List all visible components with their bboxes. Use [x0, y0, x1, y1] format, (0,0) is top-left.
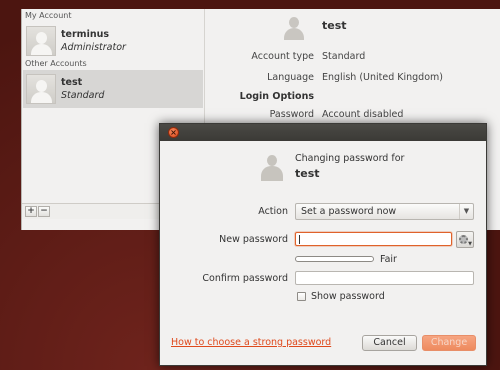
password-label: Password: [269, 109, 314, 120]
account-name: test: [61, 77, 83, 88]
cancel-button[interactable]: Cancel: [362, 335, 417, 351]
strong-password-help-link[interactable]: How to choose a strong password: [171, 337, 331, 348]
avatar: [26, 26, 56, 56]
confirm-password-label: Confirm password: [202, 273, 288, 284]
dialog-user-name: test: [295, 167, 320, 180]
language-value[interactable]: English (United Kingdom): [322, 72, 443, 83]
change-button[interactable]: Change: [422, 335, 476, 351]
action-label: Action: [258, 206, 288, 217]
password-strength-label: Fair: [380, 254, 397, 265]
account-role: Administrator: [61, 42, 126, 53]
my-account-heading: My Account: [25, 11, 72, 20]
detail-user-name[interactable]: test: [322, 19, 347, 32]
add-account-button[interactable]: +: [25, 206, 37, 217]
dialog-titlebar[interactable]: ×: [160, 124, 486, 141]
login-options-heading: Login Options: [239, 91, 314, 102]
new-password-input[interactable]: [295, 232, 452, 246]
action-dropdown[interactable]: Set a password now ▼: [295, 203, 474, 220]
close-icon[interactable]: ×: [168, 127, 179, 138]
action-dropdown-value: Set a password now: [301, 206, 397, 217]
avatar: [26, 74, 56, 104]
generate-password-button[interactable]: ▼: [456, 231, 474, 248]
account-type-label: Account type: [251, 51, 314, 62]
change-password-dialog: × Changing password for test Action Set …: [159, 123, 487, 366]
gear-icon: [459, 235, 468, 244]
account-row-test[interactable]: test Standard: [23, 70, 203, 108]
dialog-heading: Changing password for: [295, 153, 405, 164]
confirm-password-input[interactable]: [295, 271, 474, 285]
other-accounts-heading: Other Accounts: [25, 59, 87, 68]
account-row-terminus[interactable]: terminus Administrator: [23, 22, 203, 60]
language-label: Language: [267, 72, 314, 83]
chevron-down-icon: ▼: [468, 241, 472, 247]
password-value[interactable]: Account disabled: [322, 109, 403, 120]
account-type-value[interactable]: Standard: [322, 51, 365, 62]
chevron-down-icon: ▼: [459, 204, 473, 219]
show-password-label[interactable]: Show password: [311, 291, 385, 302]
account-name: terminus: [61, 29, 110, 40]
user-avatar-icon: [259, 153, 285, 181]
show-password-checkbox[interactable]: [297, 292, 306, 301]
user-avatar-icon[interactable]: [281, 14, 307, 40]
new-password-label: New password: [219, 234, 288, 245]
account-role: Standard: [61, 90, 105, 101]
remove-account-button[interactable]: −: [38, 206, 50, 217]
password-strength-bar: [295, 256, 374, 262]
